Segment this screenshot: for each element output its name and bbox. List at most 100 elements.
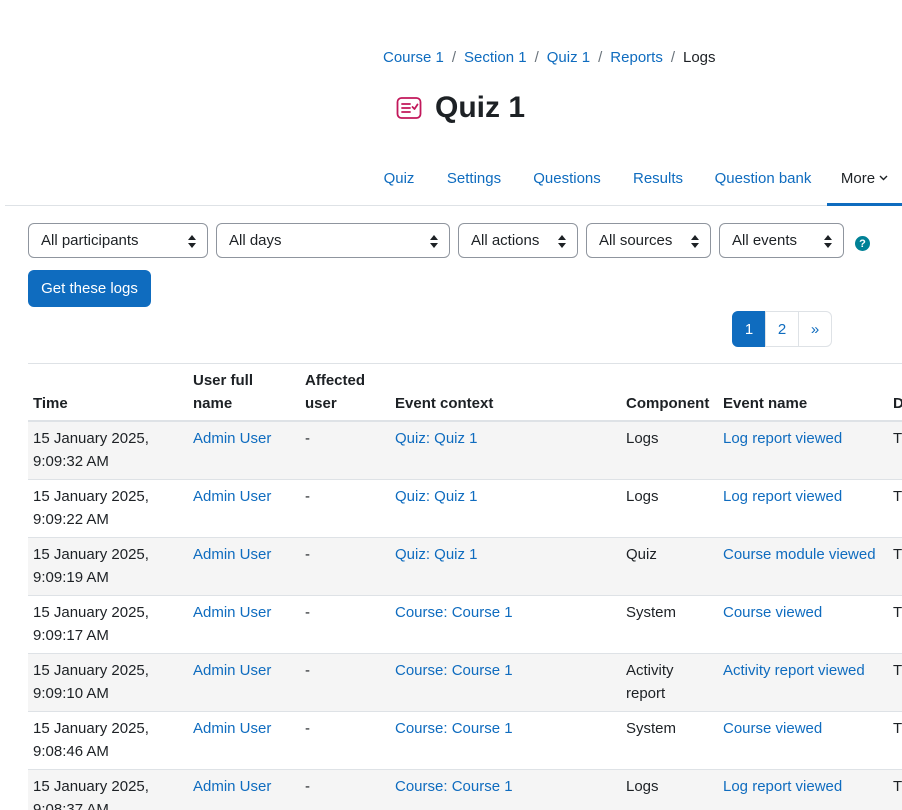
cell-event-context: Course: Course 1 <box>390 653 621 712</box>
participants-select-value: All participants <box>41 232 139 249</box>
event-context-link[interactable]: Course: Course 1 <box>395 778 513 795</box>
user-link[interactable]: Admin User <box>193 488 271 505</box>
breadcrumb-current: Logs <box>683 49 716 66</box>
column-header-event-name[interactable]: Event name <box>718 364 888 422</box>
quiz-icon <box>396 95 422 121</box>
cell-affected-user: - <box>300 595 390 654</box>
page-2-button[interactable]: 2 <box>765 311 799 347</box>
user-link[interactable]: Admin User <box>193 720 271 737</box>
event-context-link[interactable]: Course: Course 1 <box>395 604 513 621</box>
select-arrows-icon <box>824 235 832 248</box>
cell-description: T <box>888 711 902 770</box>
cell-time: 15 January 2025, 9:09:17 AM <box>28 595 188 654</box>
page-title: Quiz 1 <box>435 91 526 124</box>
tab-settings[interactable]: Settings <box>431 150 517 206</box>
tab-quiz[interactable]: Quiz <box>368 150 430 206</box>
cell-component: Logs <box>621 479 718 538</box>
cell-event-name: Course viewed <box>718 711 888 770</box>
next-page-button[interactable]: » <box>798 311 832 347</box>
column-header-component[interactable]: Component <box>621 364 718 422</box>
tab-more[interactable]: More <box>827 150 902 206</box>
cell-event-name: Course module viewed <box>718 537 888 596</box>
sources-select[interactable]: All sources <box>586 223 711 258</box>
tab-questions[interactable]: Questions <box>518 150 616 206</box>
logs-table-container: Time User full name Affected user Event … <box>28 363 902 810</box>
logs-table: Time User full name Affected user Event … <box>28 364 902 810</box>
breadcrumb-item-section[interactable]: Section 1 <box>464 48 527 68</box>
tab-more-label: More <box>840 169 876 187</box>
user-link[interactable]: Admin User <box>193 430 271 447</box>
cell-user: Admin User <box>188 421 300 480</box>
table-row: 15 January 2025, 9:09:22 AM Admin User -… <box>28 479 902 538</box>
column-header-user-full-name[interactable]: User full name <box>188 364 300 422</box>
breadcrumb-item-quiz[interactable]: Quiz 1 <box>547 48 590 68</box>
column-header-description[interactable]: D <box>888 364 902 422</box>
cell-component: System <box>621 711 718 770</box>
user-link[interactable]: Admin User <box>193 604 271 621</box>
event-name-link[interactable]: Log report viewed <box>723 488 842 505</box>
get-logs-button[interactable]: Get these logs <box>28 270 151 307</box>
event-context-link[interactable]: Quiz: Quiz 1 <box>395 488 478 505</box>
cell-event-name: Log report viewed <box>718 479 888 538</box>
help-icon[interactable]: ? <box>855 236 870 251</box>
secondary-navigation: Quiz Settings Questions Results Question… <box>0 150 902 206</box>
user-link[interactable]: Admin User <box>193 546 271 563</box>
cell-description: T <box>888 595 902 654</box>
table-row: 15 January 2025, 9:09:10 AM Admin User -… <box>28 653 902 712</box>
cell-event-context: Course: Course 1 <box>390 769 621 810</box>
cell-user: Admin User <box>188 711 300 770</box>
event-context-link[interactable]: Quiz: Quiz 1 <box>395 546 478 563</box>
cell-user: Admin User <box>188 769 300 810</box>
breadcrumb-item-reports[interactable]: Reports <box>610 48 663 68</box>
table-row: 15 January 2025, 9:09:19 AM Admin User -… <box>28 537 902 596</box>
event-name-link[interactable]: Log report viewed <box>723 430 842 447</box>
breadcrumb-item-course[interactable]: Course 1 <box>383 48 444 68</box>
page-1-button[interactable]: 1 <box>732 311 766 347</box>
days-select[interactable]: All days <box>216 223 450 258</box>
cell-event-context: Course: Course 1 <box>390 711 621 770</box>
column-header-event-context[interactable]: Event context <box>390 364 621 422</box>
cell-event-name: Activity report viewed <box>718 653 888 712</box>
select-arrows-icon <box>188 235 196 248</box>
cell-time: 15 January 2025, 9:08:46 AM <box>28 711 188 770</box>
select-arrows-icon <box>558 235 566 248</box>
event-context-link[interactable]: Course: Course 1 <box>395 720 513 737</box>
table-header-row: Time User full name Affected user Event … <box>28 364 902 422</box>
cell-component: Quiz <box>621 537 718 596</box>
tab-results[interactable]: Results <box>617 150 699 206</box>
cell-event-name: Log report viewed <box>718 769 888 810</box>
chevron-down-icon <box>879 175 888 181</box>
select-arrows-icon <box>430 235 438 248</box>
breadcrumb-separator: / <box>670 49 675 66</box>
cell-affected-user: - <box>300 711 390 770</box>
event-name-link[interactable]: Course viewed <box>723 720 822 737</box>
event-context-link[interactable]: Course: Course 1 <box>395 662 513 679</box>
cell-time: 15 January 2025, 9:09:19 AM <box>28 537 188 596</box>
cell-event-context: Quiz: Quiz 1 <box>390 421 621 480</box>
cell-description: T <box>888 769 902 810</box>
events-select[interactable]: All events <box>719 223 844 258</box>
tab-question-bank[interactable]: Question bank <box>700 150 826 206</box>
table-row: 15 January 2025, 9:08:46 AM Admin User -… <box>28 711 902 770</box>
user-link[interactable]: Admin User <box>193 778 271 795</box>
event-context-link[interactable]: Quiz: Quiz 1 <box>395 430 478 447</box>
cell-time: 15 January 2025, 9:09:22 AM <box>28 479 188 538</box>
breadcrumb: Course 1 / Section 1 / Quiz 1 / Reports … <box>383 48 716 68</box>
participants-select[interactable]: All participants <box>28 223 208 258</box>
table-row: 15 January 2025, 9:09:32 AM Admin User -… <box>28 421 902 480</box>
cell-user: Admin User <box>188 479 300 538</box>
actions-select[interactable]: All actions <box>458 223 578 258</box>
breadcrumb-separator: / <box>534 49 539 66</box>
cell-user: Admin User <box>188 653 300 712</box>
user-link[interactable]: Admin User <box>193 662 271 679</box>
event-name-link[interactable]: Course module viewed <box>723 546 876 563</box>
cell-component: Activity report <box>621 653 718 712</box>
column-header-time[interactable]: Time <box>28 364 188 422</box>
event-name-link[interactable]: Activity report viewed <box>723 662 865 679</box>
cell-time: 15 January 2025, 9:08:37 AM <box>28 769 188 810</box>
cell-description: T <box>888 421 902 480</box>
event-name-link[interactable]: Log report viewed <box>723 778 842 795</box>
cell-time: 15 January 2025, 9:09:32 AM <box>28 421 188 480</box>
event-name-link[interactable]: Course viewed <box>723 604 822 621</box>
column-header-affected-user[interactable]: Affected user <box>300 364 390 422</box>
